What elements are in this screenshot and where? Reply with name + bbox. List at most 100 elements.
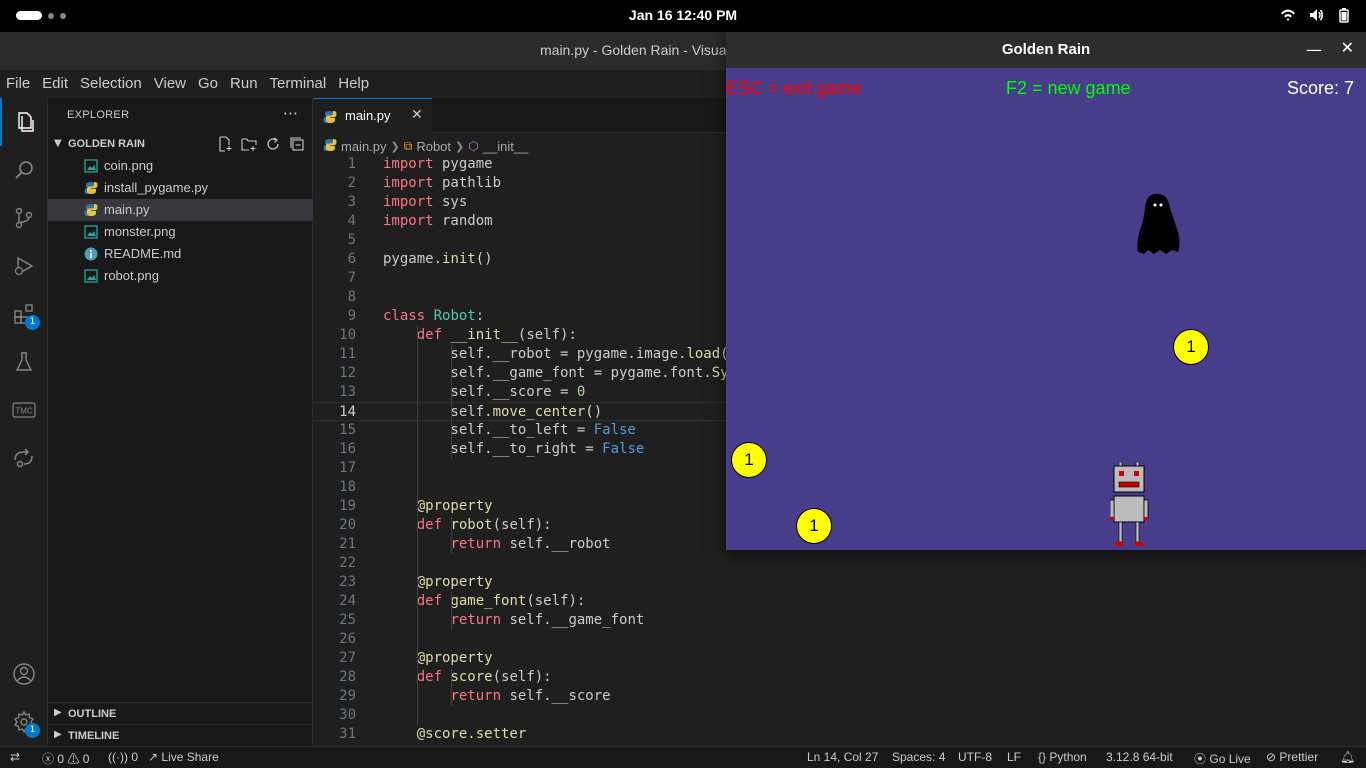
menu-terminal[interactable]: Terminal	[270, 70, 333, 98]
prettier-button[interactable]: ⊘ Prettier	[1266, 750, 1318, 764]
settings-gear-icon[interactable]: 1	[0, 698, 48, 746]
code-line[interactable]: 30	[313, 706, 1366, 725]
code-line[interactable]: 22	[313, 554, 1366, 573]
live-share-button[interactable]: ↗ Live Share	[148, 750, 219, 764]
line-number: 15	[339, 422, 356, 438]
system-tray[interactable]	[1280, 7, 1352, 23]
menu-selection[interactable]: Selection	[80, 70, 148, 98]
problems-indicator[interactable]: ⓧ 0 ⚠ 0	[42, 750, 89, 767]
python-file-icon	[323, 109, 337, 123]
code-line[interactable]: 25 return self.__game_font	[313, 611, 1366, 630]
code-text: self.move_center()	[383, 404, 603, 420]
workspace-folder-header[interactable]: ▼ GOLDEN RAIN	[48, 134, 313, 156]
new-file-icon[interactable]	[217, 136, 233, 152]
line-number: 27	[339, 650, 356, 666]
menu-edit[interactable]: Edit	[42, 70, 74, 98]
testing-icon[interactable]	[0, 338, 48, 386]
line-number: 4	[347, 213, 356, 229]
code-text: self.__score = 0	[383, 384, 586, 400]
remote-indicator-icon[interactable]: ⇄	[10, 750, 20, 764]
line-number: 26	[339, 631, 356, 647]
python-interpreter[interactable]: 3.12.8 64-bit	[1106, 750, 1173, 764]
notifications-bell-icon[interactable]: 🔔︎	[1340, 750, 1355, 764]
status-bar: ⇄ ⓧ 0 ⚠ 0 ((·)) 0 ↗ Live Share Ln 14, Co…	[0, 746, 1366, 768]
file-item-main[interactable]: main.py	[48, 199, 313, 221]
code-text: class Robot:	[383, 308, 485, 324]
new-game-hint: F2 = new game	[1006, 78, 1131, 98]
explorer-title: EXPLORER	[67, 109, 130, 121]
file-item-coin[interactable]: coin.png	[48, 155, 313, 177]
cursor-position[interactable]: Ln 14, Col 27	[807, 750, 878, 764]
line-number: 17	[339, 460, 356, 476]
game-titlebar[interactable]: Golden Rain — ✕	[726, 32, 1366, 68]
code-text: @property	[416, 574, 493, 590]
line-number: 3	[347, 194, 356, 210]
game-canvas[interactable]: ESC = exit game F2 = new game Score: 7 1…	[726, 68, 1366, 550]
menu-help[interactable]: Help	[338, 70, 375, 98]
end-of-line[interactable]: LF	[1007, 750, 1021, 764]
minimize-icon[interactable]: —	[1306, 40, 1322, 59]
indentation[interactable]: Spaces: 4	[892, 750, 945, 764]
live-share-icon: ↗	[148, 750, 159, 764]
menu-view[interactable]: View	[154, 70, 192, 98]
run-debug-icon[interactable]	[0, 242, 48, 290]
close-tab-icon[interactable]: ✕	[411, 107, 423, 123]
error-icon: ⓧ	[42, 752, 55, 766]
image-file-icon	[84, 269, 98, 283]
close-icon[interactable]: ✕	[1341, 38, 1354, 57]
go-live-button[interactable]: ⦿ Go Live	[1194, 750, 1251, 767]
code-text: self.__to_right = False	[383, 441, 645, 457]
settings-badge: 1	[25, 723, 40, 738]
line-number: 20	[339, 517, 356, 533]
tab-main-py[interactable]: main.py ✕	[313, 98, 432, 133]
battery-icon	[1336, 7, 1352, 23]
new-folder-icon[interactable]	[241, 136, 257, 152]
code-line[interactable]: 23 @property	[313, 573, 1366, 592]
file-item-monster[interactable]: monster.png	[48, 221, 313, 243]
code-line[interactable]: 31 @score.setter	[313, 725, 1366, 744]
menu-file[interactable]: File	[6, 70, 36, 98]
breadcrumb-file[interactable]: main.py	[341, 139, 387, 154]
tmc-icon[interactable]: TMC	[0, 386, 48, 434]
menu-run[interactable]: Run	[230, 70, 264, 98]
ports-indicator[interactable]: ((·)) 0	[108, 750, 138, 764]
breadcrumb-method[interactable]: __init__	[483, 139, 529, 154]
remote-explorer-icon[interactable]	[0, 434, 48, 482]
breadcrumb: main.py ❯ ⧉ Robot ❯ ⬡ __init__	[323, 136, 528, 156]
encoding[interactable]: UTF-8	[958, 750, 992, 764]
accounts-icon[interactable]	[0, 650, 48, 698]
more-actions-icon[interactable]: ···	[283, 104, 298, 123]
code-line[interactable]: 28 def score(self):	[313, 668, 1366, 687]
refresh-icon[interactable]	[265, 136, 281, 152]
file-item-robot[interactable]: robot.png	[48, 265, 313, 287]
file-item-install-pygame[interactable]: install_pygame.py	[48, 177, 313, 199]
language-mode[interactable]: {} Python	[1038, 750, 1087, 764]
menu-go[interactable]: Go	[198, 70, 224, 98]
outline-section[interactable]: ▶ OUTLINE	[48, 702, 313, 724]
file-item-readme[interactable]: README.md	[48, 243, 313, 265]
line-number: 23	[339, 574, 356, 590]
code-text: import random	[383, 213, 493, 229]
source-control-icon[interactable]	[0, 194, 48, 242]
search-icon[interactable]	[0, 146, 48, 194]
timeline-section[interactable]: ▶ TIMELINE	[48, 724, 313, 746]
code-text: @property	[416, 498, 493, 514]
code-line[interactable]: 27 @property	[313, 649, 1366, 668]
line-number: 5	[347, 232, 356, 248]
extensions-icon[interactable]: 1	[0, 290, 48, 338]
code-line[interactable]: 24 def game_font(self):	[313, 592, 1366, 611]
activity-bar: 1 TMC 1	[0, 98, 48, 746]
code-text: return self.__game_font	[450, 612, 645, 628]
explorer-icon[interactable]	[0, 98, 48, 146]
folder-name: GOLDEN RAIN	[68, 138, 145, 150]
code-line[interactable]: 29 return self.__score	[313, 687, 1366, 706]
line-number: 11	[339, 346, 356, 362]
chevron-right-icon: ❯	[455, 140, 465, 153]
line-number: 31	[339, 726, 356, 742]
class-icon: ⧉	[403, 138, 413, 153]
breadcrumb-class[interactable]: Robot	[416, 139, 451, 154]
system-clock[interactable]: Jan 16 12:40 PM	[0, 7, 1366, 23]
code-text: self.__game_font = pygame.font.Sy	[383, 365, 729, 381]
collapse-all-icon[interactable]	[289, 136, 305, 152]
code-line[interactable]: 26	[313, 630, 1366, 649]
